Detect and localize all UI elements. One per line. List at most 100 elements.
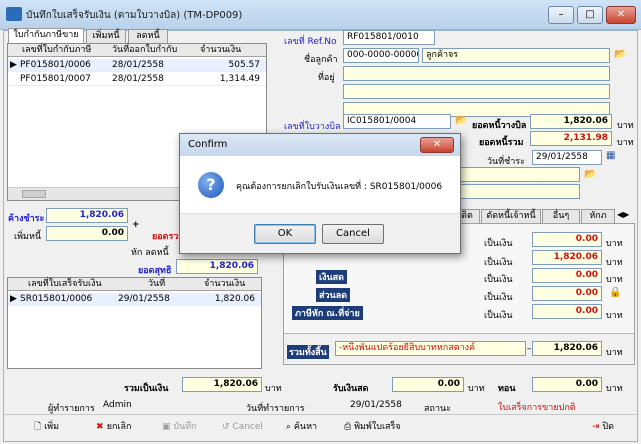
customer-label: ชื่อลูกค้า [304, 55, 338, 65]
table-row[interactable]: ▶ SR015801/0006 29/01/2558 1,820.06 [8, 293, 261, 306]
app-icon [6, 7, 22, 21]
scrollbar-thumb[interactable] [22, 190, 46, 198]
bill-total-field[interactable]: 1,820.06 [530, 114, 612, 129]
ok-button[interactable]: OK [254, 224, 316, 244]
operator-value: Admin [103, 400, 132, 410]
dialog-title: Confirm [188, 139, 228, 150]
baht-label: บาท [606, 311, 623, 321]
row-selector-icon: ▶ [10, 294, 17, 304]
add-debt-label: เพิ่มหนี้ [14, 232, 42, 242]
tab-other[interactable]: อื่นๆ [542, 209, 580, 223]
add-debt-field[interactable]: 0.00 [46, 226, 128, 241]
bill-label: เลขที่ใบวางบิล [284, 122, 341, 132]
lookup-icon[interactable]: 📂 [614, 49, 626, 60]
address-label: ที่อยู่ [318, 73, 335, 83]
pay-date-field[interactable]: 29/01/2558 [532, 150, 602, 165]
address-line-1[interactable] [343, 66, 610, 81]
maximize-button[interactable]: □ [577, 6, 603, 24]
calendar-icon[interactable]: ▦ [606, 150, 615, 161]
tab-reduce-debt[interactable]: ลดหนี้ [128, 29, 168, 43]
receive-field[interactable]: 0.00 [392, 377, 464, 392]
receipt-date: 29/01/2558 [118, 294, 170, 304]
cash-value[interactable]: 0.00 [532, 268, 602, 283]
col-receipt-date: วันที่ [148, 279, 166, 289]
dialog-close-button[interactable]: ✕ [420, 137, 454, 153]
lock-icon[interactable]: 🔒 [609, 287, 621, 298]
tab-withholding[interactable]: หักภ [581, 209, 615, 223]
ref-label: เลขที่ Ref.No [284, 37, 337, 47]
baht-label: บาท [606, 348, 623, 358]
payment-value[interactable]: 0.00 [532, 232, 602, 247]
net-field[interactable]: 1,820.06 [176, 259, 258, 274]
discount-value[interactable]: 0.00 [532, 286, 602, 301]
trans-date-label: วันที่ทำรายการ [246, 404, 305, 414]
dialog-message: คุณต้องการยกเลิกใบรับเงินเลขที่ : SR0158… [236, 182, 443, 192]
binoculars-icon: ⌕ [286, 422, 294, 432]
cancel-doc-button[interactable]: ✖ ยกเลิก [96, 418, 131, 436]
undo-icon: ↺ [222, 422, 233, 432]
customer-name-field[interactable]: ลูกค้าจร [422, 48, 610, 63]
dialog-cancel-button[interactable]: Cancel [322, 224, 384, 244]
sum-field[interactable]: 1,820.06 [182, 377, 262, 392]
table-row[interactable]: ▶ PF015801/0006 28/01/2558 505.57 [8, 59, 266, 72]
total-debt-field[interactable]: 2,131.98 [530, 131, 612, 146]
baht-label: บาท [606, 384, 623, 394]
change-field[interactable]: 0.00 [532, 377, 602, 392]
tab-invoice[interactable]: ใบกำกับภาษีขาย [8, 28, 84, 43]
payment-value[interactable]: 1,820.06 [532, 250, 602, 265]
as-money-label: เป็นเงิน [484, 239, 513, 249]
close-button[interactable]: ⇥ ปิด [592, 418, 614, 436]
withholding-value[interactable]: 0.00 [532, 304, 602, 319]
cancel-button[interactable]: ↺ Cancel [222, 418, 263, 436]
outstanding-label: ค้างชำระ [8, 214, 45, 224]
tab-scroll-icon[interactable]: ◀▶ [617, 210, 629, 219]
lookup-icon[interactable]: 📂 [584, 169, 596, 180]
invoice-date: 28/01/2558 [112, 74, 164, 84]
baht-label: บาท [617, 138, 634, 148]
print-button[interactable]: ⎙ พิมพ์ใบเสร็จ [344, 418, 401, 436]
baht-label: บาท [606, 275, 623, 285]
discount-label: ส่วนลด [316, 288, 351, 302]
as-money-label: เป็นเงิน [484, 293, 513, 303]
baht-label: บาท [606, 258, 623, 268]
outstanding-field[interactable]: 1,820.06 [46, 208, 128, 223]
baht-label: บาท [606, 239, 623, 249]
receipt-no: SR015801/0006 [20, 294, 93, 304]
save-button[interactable]: ▣ บันทึก [162, 418, 197, 436]
minimize-button[interactable]: – [548, 6, 574, 24]
as-money-label: เป็นเงิน [484, 275, 513, 285]
invoice-no: PF015801/0007 [20, 74, 91, 84]
close-window-button[interactable]: ✕ [606, 6, 636, 24]
col-invoice-amount: จำนวนเงิน [200, 45, 242, 55]
as-money-label: เป็นเงิน [484, 258, 513, 268]
invoice-no: PF015801/0006 [20, 60, 91, 70]
tab-creditor[interactable]: ตัดหนี้เจ้าหนี้ [481, 209, 541, 223]
lookup-icon[interactable]: 📂 [455, 115, 467, 126]
receive-label: รับเงินสด [333, 384, 369, 394]
grand-total-field[interactable]: 1,820.06 [532, 341, 602, 356]
add-button[interactable]: 🗋 เพิ่ม [34, 418, 59, 436]
row-selector-icon: ▶ [10, 60, 17, 70]
col-receipt-amount: จำนวนเงิน [204, 279, 246, 289]
customer-code-field[interactable]: 000-0000-00000 [343, 48, 419, 63]
total-debt-label: ยอดหนี้รวม [479, 138, 524, 148]
delete-icon: ✖ [96, 422, 107, 432]
new-doc-icon: 🗋 [34, 422, 45, 432]
search-button[interactable]: ⌕ ค้นหา [286, 418, 317, 436]
cash-label: เงินสด [316, 270, 347, 284]
col-invoice-date: วันที่ออกใบกำกับ [112, 45, 178, 55]
dash: – [527, 344, 532, 354]
bill-total-label: ยอดหนี้วางบิล [472, 121, 527, 131]
plus-sign: + [132, 220, 140, 230]
ref-field[interactable]: RF015801/0010 [343, 30, 435, 45]
dialog-title-bar: Confirm ✕ [180, 134, 460, 156]
save-icon: ▣ [162, 422, 174, 432]
grand-total-label: รวมทั้งสิ้น [287, 345, 329, 359]
col-receipt-no: เลขที่ใบเสร็จรับเงิน [28, 279, 102, 289]
bill-no-field[interactable]: IC015801/0004 [343, 114, 451, 129]
receipt-grid-header: เลขที่ใบเสร็จรับเงิน วันที่ จำนวนเงิน [8, 278, 261, 291]
table-row[interactable]: PF015801/0007 28/01/2558 1,314.49 [8, 73, 266, 86]
address-line-2[interactable] [343, 84, 610, 99]
exit-icon: ⇥ [592, 422, 603, 432]
tab-add-debt[interactable]: เพิ่มหนี้ [86, 29, 126, 43]
